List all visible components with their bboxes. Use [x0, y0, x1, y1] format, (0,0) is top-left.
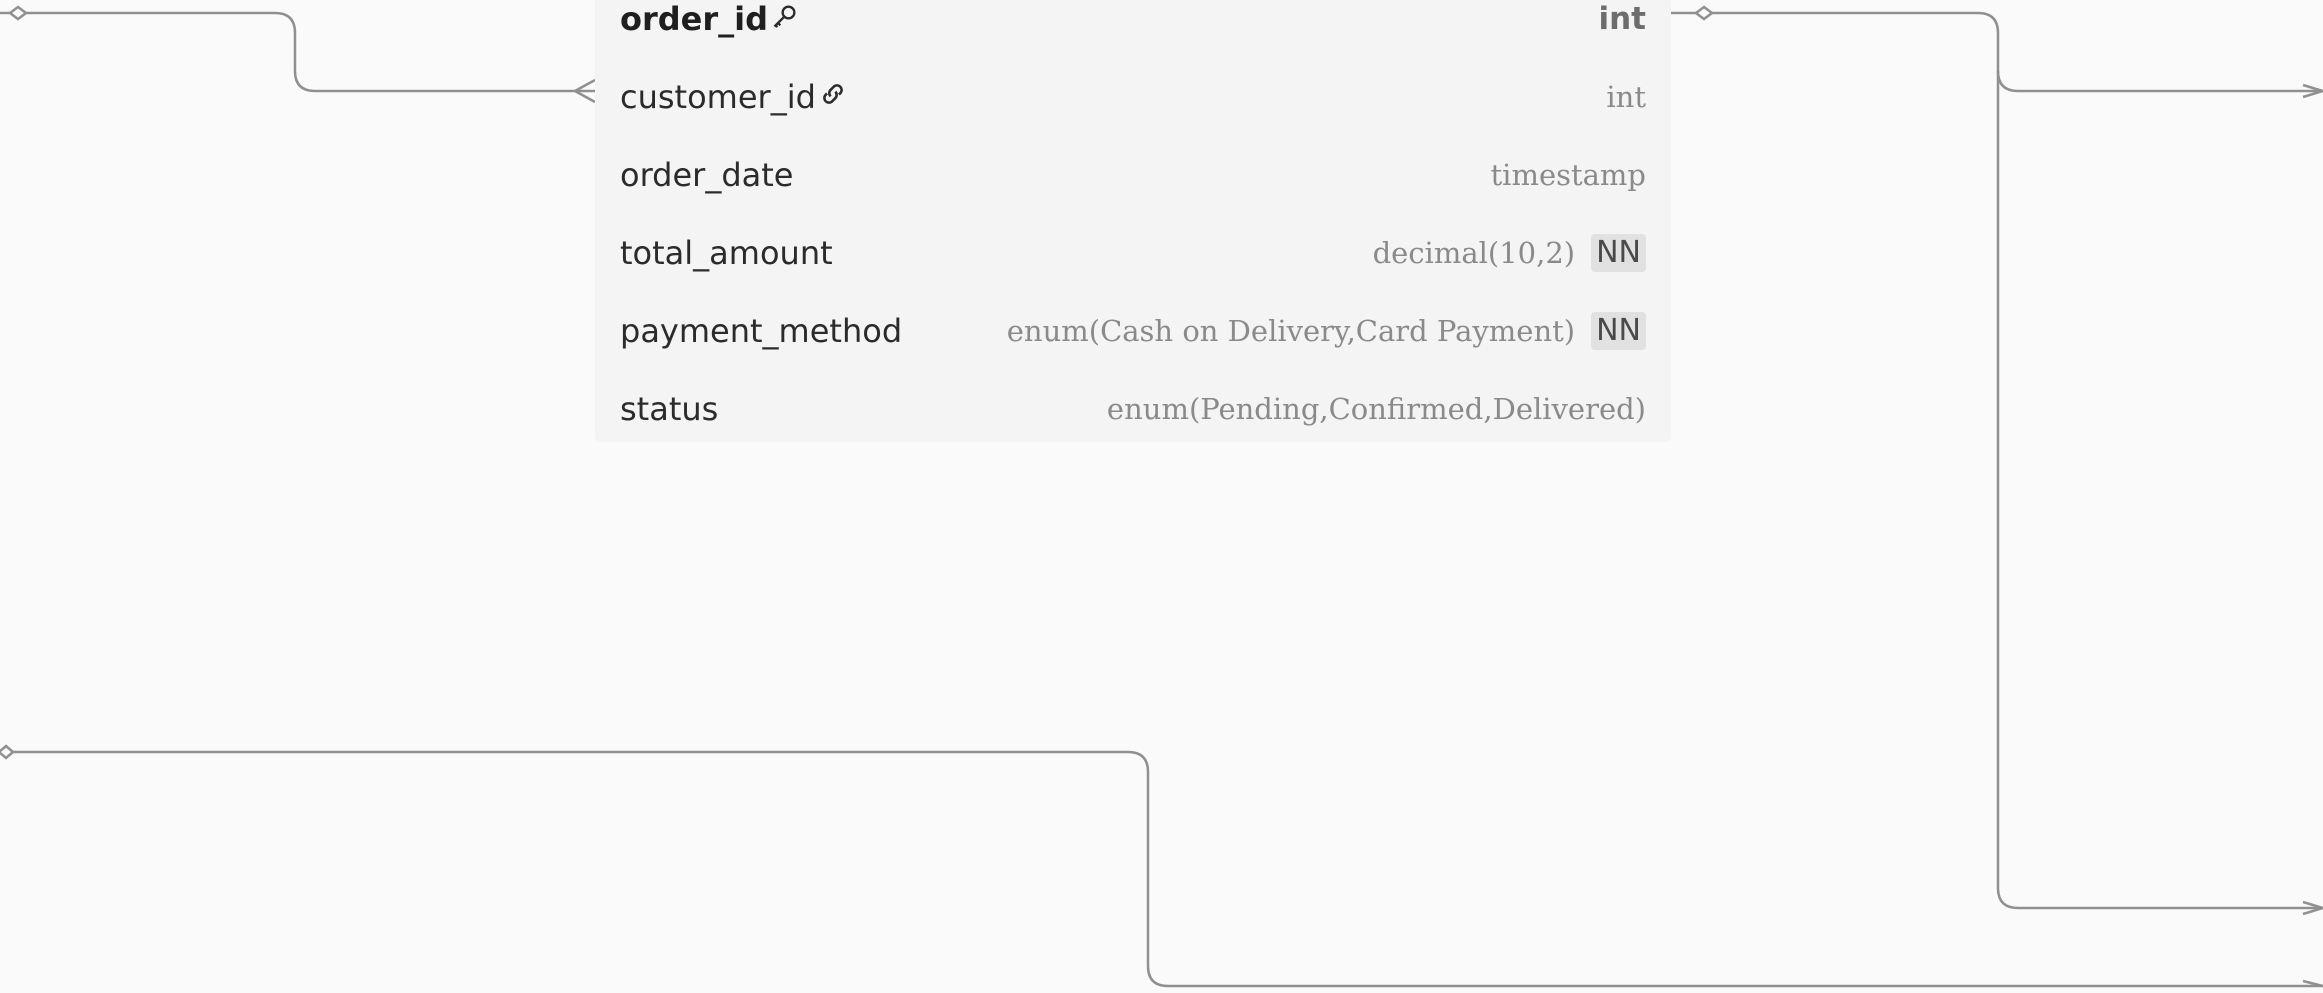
column-type: int: [1598, 1, 1646, 37]
column-name: total_amount: [620, 234, 833, 272]
column-meta: decimal(10,2) NN: [1373, 234, 1646, 272]
relationship-line-order-payments: [1996, 71, 2323, 910]
column-meta: timestamp: [1491, 158, 1646, 192]
column-type: decimal(10,2): [1372, 236, 1576, 270]
table-row[interactable]: order_id int: [595, 0, 1671, 58]
column-meta: int: [1606, 80, 1646, 114]
column-meta: enum(Pending,Confirmed,Delivered): [1107, 392, 1646, 426]
column-name: order_id: [620, 0, 799, 38]
column-type: int: [1606, 80, 1646, 114]
link-icon: [819, 78, 847, 116]
not-null-badge: NN: [1591, 234, 1646, 272]
table-row[interactable]: total_amount decimal(10,2) NN: [595, 214, 1671, 292]
column-name: status: [620, 390, 718, 428]
column-name: order_date: [620, 156, 793, 194]
table-row[interactable]: status enum(Pending,Confirmed,Delivered): [595, 370, 1671, 448]
column-type: enum(Pending,Confirmed,Delivered): [1106, 392, 1646, 426]
key-icon: [771, 0, 799, 38]
column-name-label: order_id: [620, 0, 769, 38]
column-meta: enum(Cash on Delivery,Card Payment) NN: [1007, 312, 1646, 350]
table-row[interactable]: customer_id int: [595, 58, 1671, 136]
column-type: timestamp: [1490, 158, 1646, 192]
column-name-label: payment_method: [620, 312, 903, 350]
column-type: enum(Cash on Delivery,Card Payment): [1006, 314, 1576, 348]
table-row[interactable]: payment_method enum(Cash on Delivery,Card…: [595, 292, 1671, 370]
zero-one-marker: [0, 744, 15, 760]
zero-one-marker: [1693, 5, 1715, 21]
column-name-label: customer_id: [620, 78, 816, 116]
column-name-label: status: [620, 390, 719, 428]
relationship-line-bottom: [0, 750, 2323, 988]
column-name-label: order_date: [620, 156, 794, 194]
column-name: customer_id: [620, 78, 847, 116]
column-name: payment_method: [620, 312, 902, 350]
column-meta: int: [1598, 1, 1646, 37]
not-null-badge: NN: [1591, 312, 1646, 350]
table-row[interactable]: order_date timestamp: [595, 136, 1671, 214]
relationship-line-customer: [0, 11, 595, 93]
diagram-canvas[interactable]: order_id int customer_id int order_date times…: [0, 0, 2323, 993]
column-name-label: total_amount: [620, 234, 833, 272]
zero-one-marker: [7, 5, 29, 21]
orders-table-card[interactable]: order_id int customer_id int order_date times…: [595, 0, 1671, 442]
